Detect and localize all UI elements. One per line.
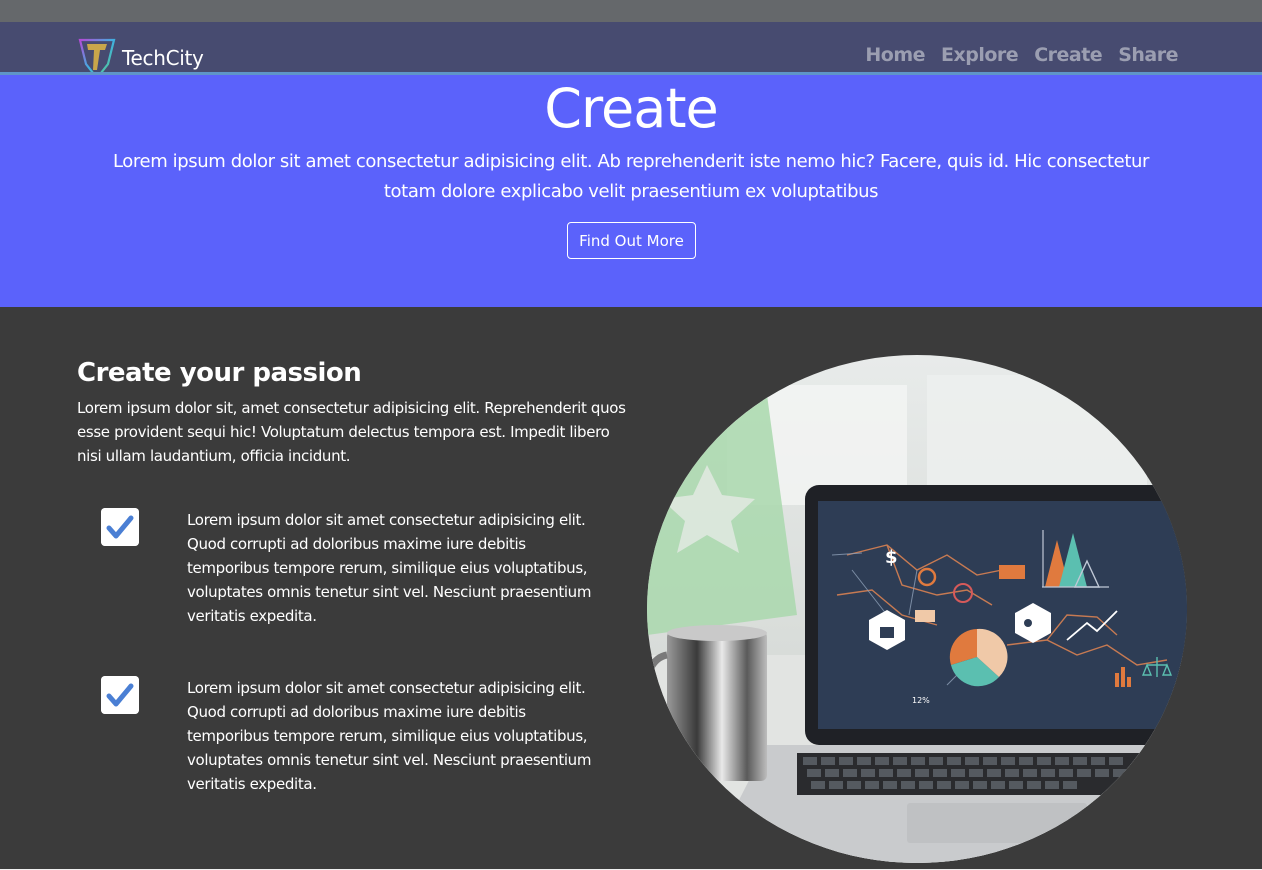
laptop-analytics-image: $ 12% — [647, 355, 1187, 863]
nav-link-home[interactable]: Home — [865, 44, 925, 66]
checkbox-checked-icon — [101, 508, 139, 546]
hero-text: Lorem ipsum dolor sit amet consectetur a… — [113, 151, 1149, 202]
feature-text: Lorem ipsum dolor sit amet consectetur a… — [187, 511, 592, 625]
nav-link-share[interactable]: Share — [1118, 44, 1178, 66]
checkbox-checked-icon — [101, 676, 139, 714]
brand-name: TechCity — [122, 46, 204, 70]
screen-label: 12% — [912, 696, 930, 705]
nav-link-create[interactable]: Create — [1034, 44, 1103, 66]
svg-text:$: $ — [885, 547, 898, 568]
find-out-more-button[interactable]: Find Out More — [567, 222, 696, 259]
nav-links: Home Explore Create Share — [865, 44, 1178, 66]
nav-link-explore[interactable]: Explore — [941, 44, 1019, 66]
hero-title: Create — [544, 77, 718, 140]
section-text: Lorem ipsum dolor sit, amet consectetur … — [77, 399, 626, 465]
top-strip — [0, 0, 1262, 22]
feature-text: Lorem ipsum dolor sit amet consectetur a… — [187, 679, 592, 793]
navbar: TechCity Home Explore Create Share — [0, 22, 1262, 80]
section-title: Create your passion — [77, 358, 362, 388]
hero-banner: Create Lorem ipsum dolor sit amet consec… — [0, 75, 1262, 307]
